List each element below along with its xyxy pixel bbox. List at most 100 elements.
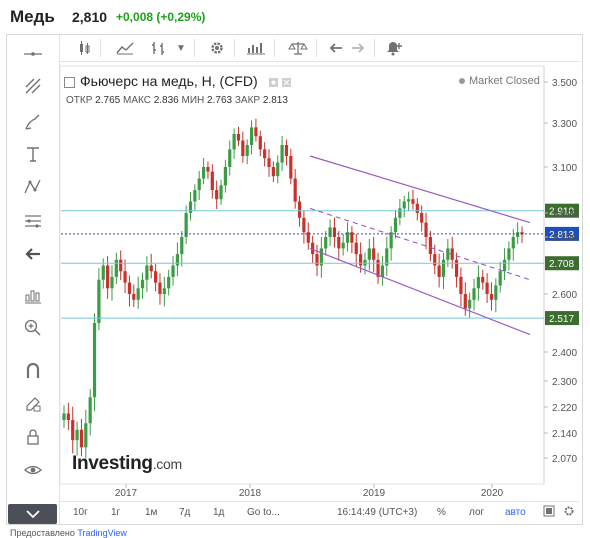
range-1m[interactable]: 1м — [145, 507, 157, 518]
title-checkbox-icon[interactable] — [64, 76, 75, 88]
candle-body — [446, 248, 450, 260]
candle-body — [223, 167, 227, 186]
range-10y[interactable]: 10г — [73, 507, 88, 518]
attribution-prefix: Предоставлено — [10, 528, 75, 538]
candle-body — [158, 282, 162, 294]
candle-body — [441, 259, 446, 277]
candle-body — [106, 265, 110, 289]
fullscreen-icon[interactable] — [543, 505, 555, 520]
candle-body — [66, 413, 70, 420]
candle-body — [354, 242, 358, 255]
range-1y[interactable]: 1г — [111, 507, 120, 518]
open-label: ОТКР — [66, 95, 93, 106]
price-tick-label: 2.900 — [552, 209, 577, 220]
candle-body — [328, 227, 332, 237]
candle-body — [97, 279, 101, 323]
tradingview-link[interactable]: TradingView — [77, 528, 127, 538]
price-tick-label: 3.300 — [552, 119, 577, 130]
candle-body — [433, 254, 437, 266]
candle-body — [188, 201, 193, 213]
collapse-toolbar-button[interactable] — [8, 504, 57, 524]
time-tick-label: 2019 — [363, 488, 386, 499]
investing-logo: Investing.com — [72, 453, 182, 475]
candle-body — [236, 134, 241, 141]
attribution: Предоставлено TradingView — [10, 528, 127, 538]
candle-body — [315, 254, 319, 266]
candle-body — [411, 199, 415, 204]
candle-body — [489, 294, 494, 300]
candle-body — [215, 190, 219, 200]
candle-body — [75, 429, 79, 441]
candle-body — [367, 248, 371, 260]
candle-body — [393, 217, 398, 233]
candle-body — [206, 167, 210, 172]
candle-body — [88, 397, 92, 424]
title-actions-icon[interactable] — [268, 76, 298, 88]
candle-body — [154, 271, 158, 283]
candle-body — [84, 423, 88, 448]
logo-main-text: Investing — [72, 453, 153, 474]
range-7d[interactable]: 7д — [179, 507, 190, 518]
high-label: МАКС — [122, 95, 151, 106]
candle-body — [132, 294, 136, 300]
range-1d[interactable]: 1д — [213, 507, 224, 518]
percent-scale-button[interactable]: % — [437, 507, 446, 518]
candle-body — [258, 136, 262, 150]
candle-body — [228, 149, 232, 167]
candle-body — [406, 199, 411, 202]
candle-body — [380, 265, 385, 277]
logo-suffix-text: .com — [152, 456, 182, 472]
candle-body — [267, 158, 271, 167]
candle-body — [337, 237, 341, 249]
candle-body — [415, 203, 419, 213]
candle-body — [71, 420, 75, 441]
candle-body — [472, 288, 476, 300]
candle-body — [79, 429, 84, 448]
price-tick-label: 2.220 — [552, 403, 577, 414]
candle-body — [219, 185, 223, 200]
candle-body — [372, 248, 376, 260]
price-tick-label: 2.070 — [552, 454, 577, 465]
candle-body — [149, 265, 153, 272]
price-tick-label: 2.300 — [552, 377, 577, 388]
candle-body — [289, 156, 293, 179]
settings-small-icon[interactable] — [563, 505, 575, 520]
candle-body — [271, 167, 275, 177]
candle-body — [284, 145, 289, 156]
candle-body — [127, 282, 132, 294]
candle-body — [502, 259, 507, 272]
candle-body — [136, 288, 140, 300]
candle-body — [175, 254, 180, 266]
ohlc-values: ОТКР 2.765 МАКС 2.836 МИН 2.763 ЗАКР 2.8… — [66, 95, 288, 106]
candle-body — [232, 134, 236, 150]
candle-body — [197, 178, 201, 190]
candle-body — [463, 294, 467, 309]
goto-date-button[interactable]: Go to... — [247, 507, 280, 518]
candle-body — [359, 254, 363, 266]
candle-body — [516, 232, 520, 237]
candle-body — [485, 282, 489, 294]
candle-body — [280, 145, 284, 163]
candle-body — [193, 190, 197, 202]
log-scale-button[interactable]: лог — [469, 507, 484, 518]
time-tick-label: 2018 — [239, 488, 262, 499]
candle-body — [494, 285, 498, 300]
candle-body — [241, 140, 245, 156]
low-value: 2.763 — [207, 95, 233, 106]
time-tick-label: 2017 — [115, 488, 138, 499]
candle-body — [332, 227, 337, 237]
candle-body — [110, 276, 114, 289]
candle-body — [511, 237, 515, 249]
candle-body — [454, 259, 459, 277]
auto-scale-button[interactable]: авто — [505, 507, 526, 518]
market-status-text: Market Closed — [469, 75, 540, 87]
candle-body — [62, 413, 66, 420]
candle-body — [263, 149, 267, 159]
candle-body — [123, 271, 127, 283]
price-tick-label: 3.100 — [552, 163, 577, 174]
market-status: Market Closed — [459, 75, 540, 87]
candle-body — [245, 145, 249, 156]
chart-title: Фьючерс на медь, H, (CFD) — [64, 73, 298, 89]
candle-body — [498, 271, 502, 286]
candle-body — [145, 265, 149, 280]
